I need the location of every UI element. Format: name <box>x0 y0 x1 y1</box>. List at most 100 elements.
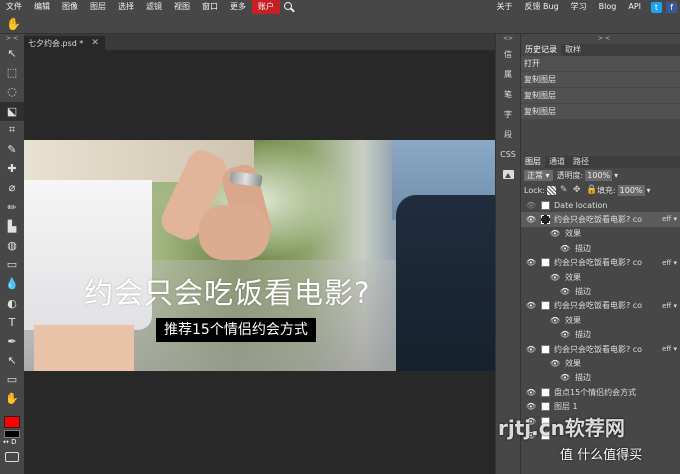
mini-panel-item[interactable]: 字 <box>496 104 520 124</box>
menu-item[interactable]: 图像 <box>56 0 84 14</box>
tool-button[interactable]: ⌗ <box>0 121 24 140</box>
eye-icon[interactable]: 👁 <box>525 402 537 411</box>
right-panel-arrows[interactable]: > < <box>521 34 680 44</box>
menu-right-item[interactable]: API <box>622 0 647 14</box>
layer-effect-row[interactable]: 👁 描边 <box>521 328 680 342</box>
layer-eff-toggle[interactable]: eff <box>662 342 677 356</box>
layers-tab[interactable]: 图层 <box>521 156 545 168</box>
tool-button[interactable]: ⬚ <box>0 63 24 82</box>
tool-button[interactable]: ⬕ <box>0 101 24 121</box>
layer-effect-row[interactable]: 👁 描边 <box>521 371 680 385</box>
menu-right-item[interactable]: 学习 <box>565 0 593 14</box>
eye-icon[interactable]: 👁 <box>559 287 571 296</box>
eye-icon[interactable]: 👁 <box>549 359 561 368</box>
camera-icon[interactable] <box>5 452 19 462</box>
close-icon[interactable]: ✕ <box>91 38 99 48</box>
fill-dropdown-icon[interactable]: ▾ <box>647 186 651 195</box>
tool-button[interactable]: T <box>0 313 24 332</box>
lock-paint-icon[interactable]: ✎ <box>560 186 569 195</box>
mini-panel-arrows[interactable]: <> <box>496 34 520 44</box>
facebook-icon[interactable]: f <box>666 1 677 13</box>
fill-input[interactable]: 100% <box>617 185 645 196</box>
lock-all-icon[interactable]: 🔒 <box>586 186 597 195</box>
tool-button[interactable]: ✎ <box>0 140 24 159</box>
eye-icon[interactable]: 👁 <box>549 273 561 282</box>
menu-item[interactable]: 图层 <box>84 0 112 14</box>
lock-move-icon[interactable]: ✥ <box>573 186 582 195</box>
tool-button[interactable]: ↖ <box>0 44 24 63</box>
twitter-icon[interactable]: t <box>651 1 662 13</box>
mini-image-button[interactable] <box>496 164 520 184</box>
tool-button[interactable]: ✚ <box>0 159 24 178</box>
history-tab[interactable]: 历史记录 <box>521 44 561 56</box>
history-item[interactable]: 复制图层 <box>521 88 680 104</box>
tool-button[interactable]: ◌ <box>0 82 24 101</box>
history-item[interactable]: 复制图层 <box>521 72 680 88</box>
tool-button[interactable]: ✏ <box>0 198 24 217</box>
layers-tab[interactable]: 路径 <box>569 156 593 168</box>
eye-icon[interactable]: 👁 <box>525 201 537 210</box>
layer-row[interactable]: 👁 约会只会吃饭看电影? co eff <box>521 299 680 313</box>
tool-button[interactable]: 💧 <box>0 274 24 293</box>
eye-icon[interactable]: 👁 <box>525 215 537 224</box>
eye-icon[interactable]: 👁 <box>525 388 537 397</box>
layer-effect-row[interactable]: 👁 描边 <box>521 284 680 298</box>
menu-item[interactable]: 窗口 <box>196 0 224 14</box>
tool-button[interactable]: ✒ <box>0 332 24 351</box>
layer-eff-toggle[interactable]: eff <box>662 212 677 226</box>
mini-panel-item[interactable]: 信 <box>496 44 520 64</box>
tool-button[interactable]: ↖ <box>0 351 24 370</box>
foreground-color-swatch[interactable] <box>4 416 20 428</box>
tool-button[interactable]: ◐ <box>0 293 24 312</box>
mini-panel-item[interactable]: 属 <box>496 64 520 84</box>
layer-effect-row[interactable]: 👁 效果 <box>521 270 680 284</box>
mini-panel-item[interactable]: 段 <box>496 124 520 144</box>
tool-button[interactable]: ▭ <box>0 255 24 274</box>
tool-button[interactable]: ◍ <box>0 236 24 255</box>
layer-row[interactable]: 👁 约会只会吃饭看电影? co eff <box>521 256 680 270</box>
menu-right-item[interactable]: 关于 <box>490 0 518 14</box>
layer-eff-toggle[interactable]: eff <box>662 256 677 270</box>
layer-row[interactable]: 👁 约会只会吃饭看电影? co eff <box>521 342 680 356</box>
layer-row[interactable]: 👁 盘点15个情侣约会方式 <box>521 385 680 399</box>
tool-button[interactable]: ▙ <box>0 217 24 236</box>
lock-transparency-icon[interactable] <box>546 186 556 195</box>
eye-icon[interactable]: 👁 <box>549 316 561 325</box>
eye-icon[interactable]: 👁 <box>559 373 571 382</box>
layer-effect-row[interactable]: 👁 描边 <box>521 241 680 255</box>
opacity-input[interactable]: 100% <box>585 170 613 181</box>
opacity-dropdown-icon[interactable]: ▾ <box>614 171 618 180</box>
menu-right-item[interactable]: Blog <box>593 0 623 14</box>
canvas-image[interactable]: 约会只会吃饭看电影? 推荐15个情侣约会方式 <box>24 140 495 371</box>
layer-effect-row[interactable]: 👁 效果 <box>521 356 680 370</box>
background-color-swatch[interactable] <box>4 430 20 438</box>
eye-icon[interactable]: 👁 <box>525 345 537 354</box>
layer-effect-row[interactable]: 👁 效果 <box>521 227 680 241</box>
mini-panel-item[interactable]: CSS <box>496 144 520 164</box>
menu-item[interactable]: 选择 <box>112 0 140 14</box>
history-item[interactable]: 打开 <box>521 56 680 72</box>
eye-icon[interactable]: 👁 <box>525 258 537 267</box>
mini-panel-item[interactable]: 笔 <box>496 84 520 104</box>
layer-row[interactable]: 👁 约会只会吃饭看电影? co eff <box>521 212 680 227</box>
menu-right-item[interactable]: 反馈 Bug <box>518 0 564 14</box>
layer-eff-toggle[interactable]: eff <box>662 299 677 313</box>
hand-icon[interactable]: ✋ <box>6 17 21 31</box>
menu-item[interactable]: 文件 <box>0 0 28 14</box>
document-tab[interactable]: 七夕约会.psd * ✕ <box>24 36 105 50</box>
layers-tab[interactable]: 通道 <box>545 156 569 168</box>
tool-button[interactable]: ⌀ <box>0 178 24 197</box>
eye-icon[interactable]: 👁 <box>559 330 571 339</box>
toolbar-collapse-arrows[interactable]: > < <box>0 34 24 44</box>
blend-mode-select[interactable]: 正常 ▾ <box>524 170 553 181</box>
layer-effect-row[interactable]: 👁 效果 <box>521 313 680 327</box>
history-tab[interactable]: 取样 <box>561 44 585 56</box>
eye-icon[interactable]: 👁 <box>559 244 571 253</box>
menu-item[interactable]: 视图 <box>168 0 196 14</box>
eye-icon[interactable]: 👁 <box>549 229 561 238</box>
menu-item[interactable]: 账户 <box>252 0 280 14</box>
tool-button[interactable]: ▭ <box>0 370 24 389</box>
search-icon[interactable] <box>282 0 296 14</box>
menu-item[interactable]: 编辑 <box>28 0 56 14</box>
tool-button[interactable]: ✋ <box>0 389 24 408</box>
